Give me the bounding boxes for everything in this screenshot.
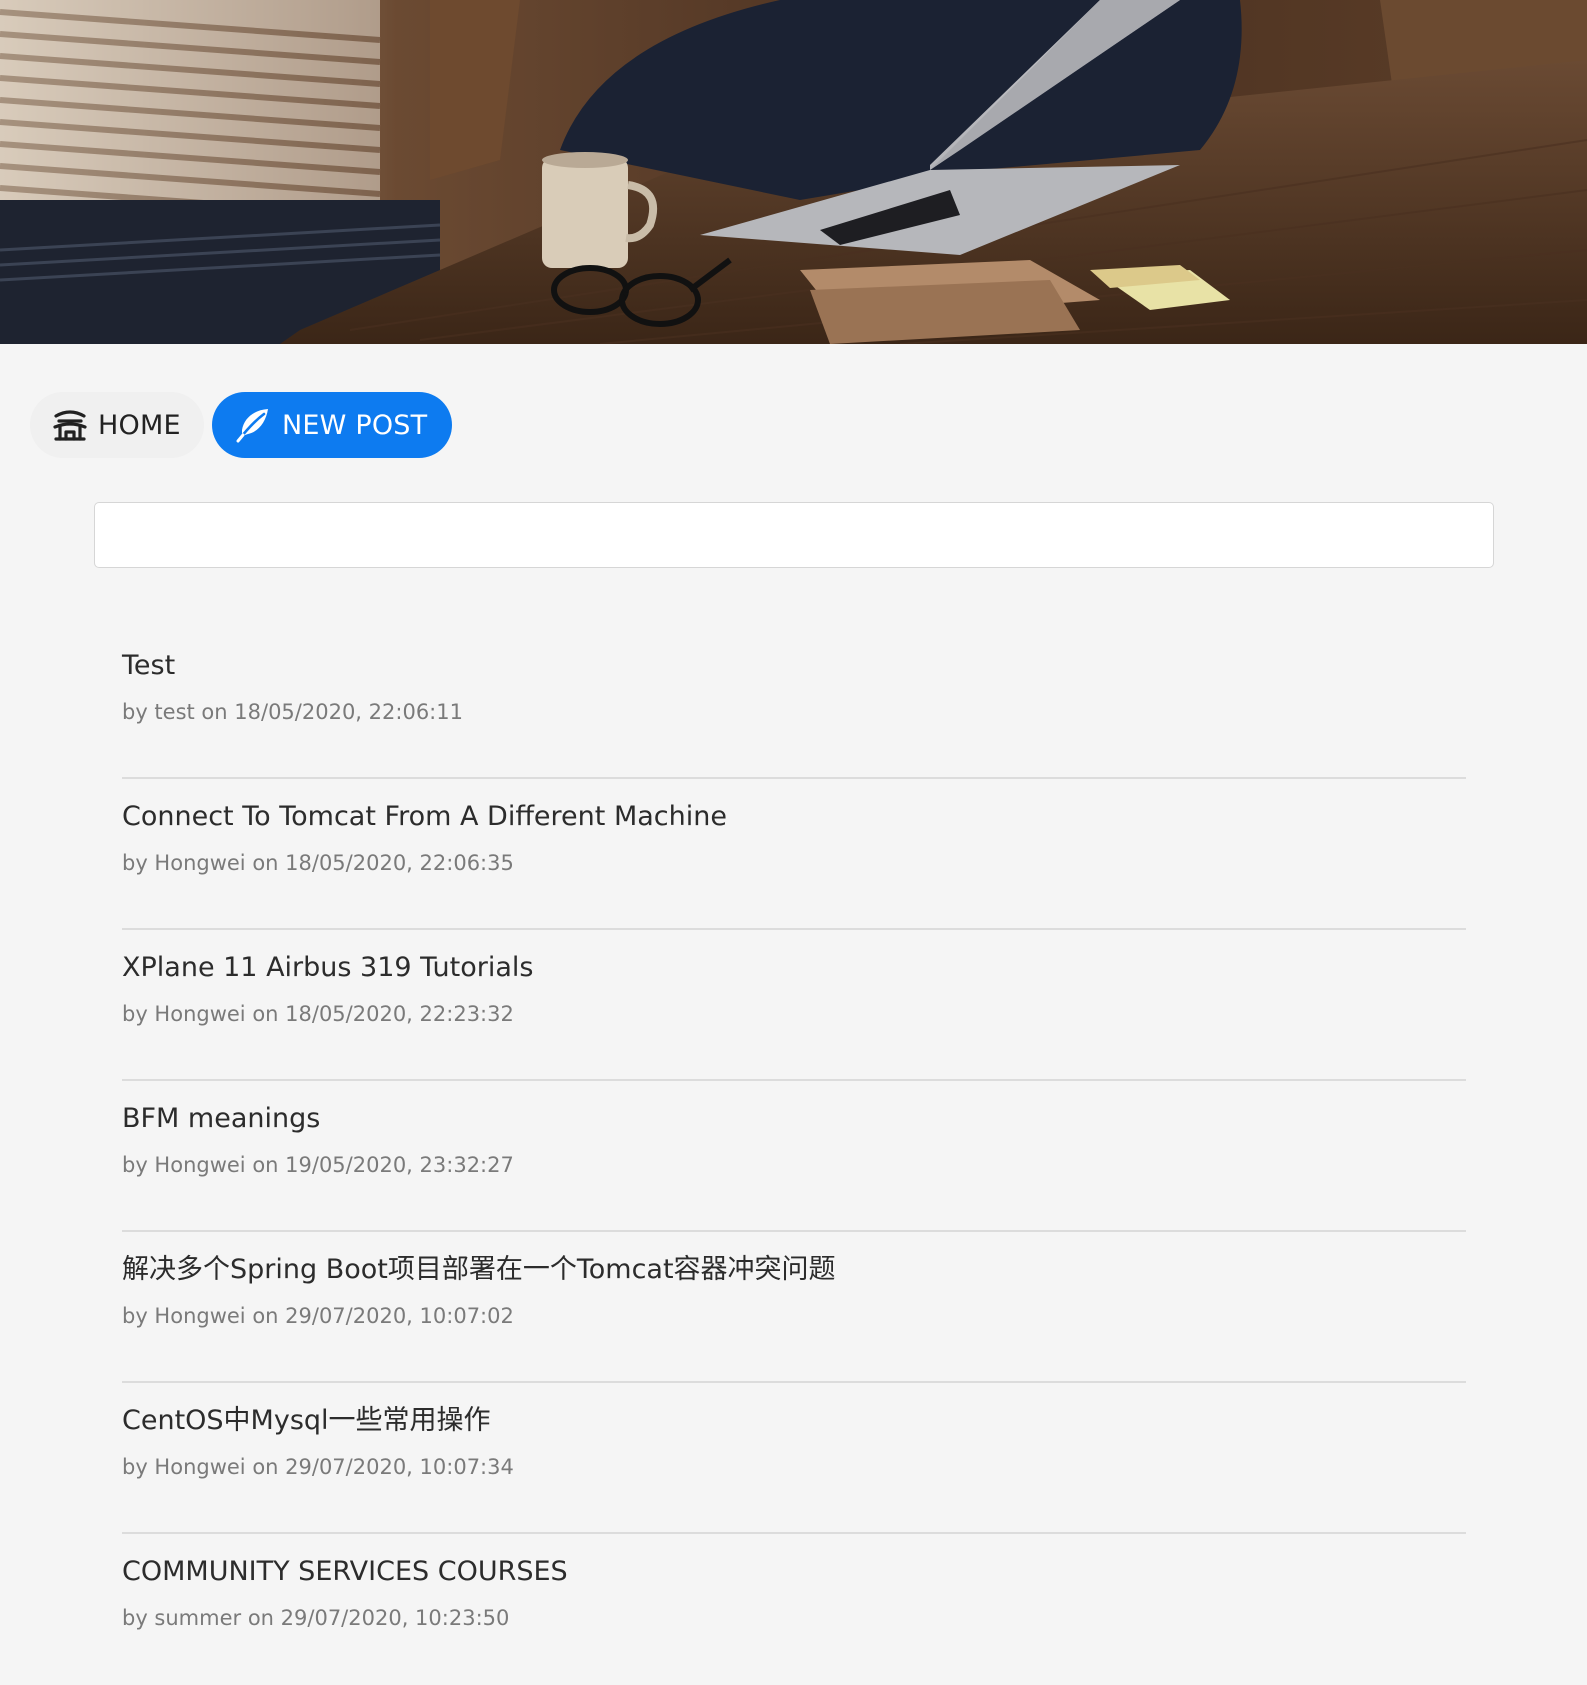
nav-bar: HOME NEW POST — [30, 392, 452, 458]
new-post-button-label: NEW POST — [282, 409, 428, 441]
post-meta: by Hongwei on 18/05/2020, 22:23:32 — [122, 1002, 514, 1027]
post-title[interactable]: CentOS中Mysql一些常用操作 — [122, 1405, 1466, 1437]
list-item[interactable]: Test by test on 18/05/2020, 22:06:11 — [122, 628, 1466, 779]
search-input[interactable] — [94, 502, 1494, 568]
post-meta: by Hongwei on 29/07/2020, 10:07:02 — [122, 1304, 514, 1329]
home-button[interactable]: HOME — [30, 392, 204, 458]
list-item[interactable]: BFM meanings by Hongwei on 19/05/2020, 2… — [122, 1081, 1466, 1232]
list-item[interactable]: COMMUNITY SERVICES COURSES by summer on … — [122, 1534, 1466, 1685]
post-list: Test by test on 18/05/2020, 22:06:11 Con… — [122, 628, 1466, 1685]
list-item[interactable]: Connect To Tomcat From A Different Machi… — [122, 779, 1466, 930]
post-meta: by summer on 29/07/2020, 10:23:50 — [122, 1606, 510, 1631]
post-title[interactable]: 解决多个Spring Boot项目部署在一个Tomcat容器冲突问题 — [122, 1254, 1466, 1286]
post-meta: by test on 18/05/2020, 22:06:11 — [122, 700, 463, 725]
home-button-label: HOME — [98, 409, 181, 441]
post-title[interactable]: Connect To Tomcat From A Different Machi… — [122, 801, 1466, 833]
new-post-button[interactable]: NEW POST — [212, 392, 452, 458]
post-meta: by Hongwei on 19/05/2020, 23:32:27 — [122, 1153, 514, 1178]
post-meta: by Hongwei on 18/05/2020, 22:06:35 — [122, 851, 514, 876]
hero-banner-image — [0, 0, 1587, 344]
pagoda-home-icon — [52, 406, 88, 444]
post-title[interactable]: XPlane 11 Airbus 319 Tutorials — [122, 952, 1466, 984]
post-title[interactable]: COMMUNITY SERVICES COURSES — [122, 1556, 1466, 1588]
feather-icon — [234, 406, 272, 444]
post-meta: by Hongwei on 29/07/2020, 10:07:34 — [122, 1455, 514, 1480]
list-item[interactable]: 解决多个Spring Boot项目部署在一个Tomcat容器冲突问题 by Ho… — [122, 1232, 1466, 1383]
post-title[interactable]: Test — [122, 650, 1466, 682]
list-item[interactable]: CentOS中Mysql一些常用操作 by Hongwei on 29/07/2… — [122, 1383, 1466, 1534]
list-item[interactable]: XPlane 11 Airbus 319 Tutorials by Hongwe… — [122, 930, 1466, 1081]
post-title[interactable]: BFM meanings — [122, 1103, 1466, 1135]
